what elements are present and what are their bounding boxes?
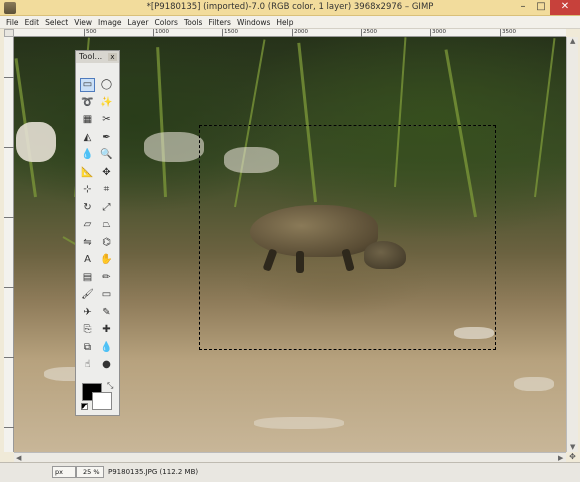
maximize-button[interactable]: □ — [532, 0, 550, 15]
menu-file[interactable]: File — [6, 18, 19, 27]
cage-transform-tool-icon[interactable]: ⌬ — [99, 236, 114, 250]
airbrush-tool-icon[interactable]: ✈ — [80, 306, 95, 320]
perspective-clone-tool-icon[interactable]: ⧉ — [80, 341, 95, 355]
window-title: *[P9180135] (imported)-7.0 (RGB color, 1… — [146, 2, 434, 12]
navigate-icon[interactable]: ✥ — [567, 452, 578, 462]
menu-view[interactable]: View — [74, 18, 92, 27]
perspective-tool-icon[interactable]: ⏢ — [99, 218, 114, 232]
swap-colors-icon[interactable]: ⤡ — [107, 381, 113, 391]
menu-edit[interactable]: Edit — [25, 18, 40, 27]
crop-tool-icon[interactable]: ⌗ — [99, 183, 114, 197]
rect-select-tool-icon[interactable]: ▭ — [80, 78, 95, 92]
ruler-label: 500 — [84, 29, 97, 37]
paths-tool-icon[interactable]: ✒ — [99, 131, 114, 145]
title-bar: *[P9180135] (imported)-7.0 (RGB color, 1… — [0, 0, 580, 16]
rectangle-selection[interactable] — [199, 125, 496, 350]
foreground-select-tool-icon[interactable]: ◭ — [80, 131, 95, 145]
flip-tool-icon[interactable]: ⇋ — [80, 236, 95, 250]
ruler-label: 1500 — [222, 29, 238, 37]
scroll-left-icon[interactable]: ◀ — [16, 454, 21, 462]
fuzzy-select-tool-icon[interactable]: ✨ — [99, 96, 114, 110]
unit-select[interactable]: px — [52, 466, 76, 478]
menu-select[interactable]: Select — [45, 18, 68, 27]
clone-tool-icon[interactable]: ⎘ — [80, 323, 95, 337]
menu-windows[interactable]: Windows — [237, 18, 270, 27]
menu-layer[interactable]: Layer — [128, 18, 149, 27]
scissors-select-tool-icon[interactable]: ✂ — [99, 113, 114, 127]
select-by-color-tool-icon[interactable]: ▦ — [80, 113, 95, 127]
smudge-tool-icon[interactable]: ☝ — [80, 358, 95, 372]
align-tool-icon[interactable]: ⊹ — [80, 183, 95, 197]
quick-mask-toggle[interactable] — [4, 29, 14, 37]
zoom-tool-icon[interactable]: 🔍 — [99, 148, 114, 162]
pencil-tool-icon[interactable]: ✏ — [99, 271, 114, 285]
default-colors-icon[interactable] — [81, 403, 88, 410]
menu-help[interactable]: Help — [276, 18, 293, 27]
menu-bar: File Edit Select View Image Layer Colors… — [0, 16, 580, 29]
ruler-label: 2000 — [292, 29, 308, 37]
ink-tool-icon[interactable]: ✎ — [99, 306, 114, 320]
scroll-right-icon[interactable]: ▶ — [558, 454, 563, 462]
move-tool-icon[interactable]: ✥ — [99, 166, 114, 180]
text-tool-icon[interactable]: A — [80, 253, 95, 267]
rotate-tool-icon[interactable]: ↻ — [80, 201, 95, 215]
warp-transform-tool-icon[interactable]: ✋ — [99, 253, 114, 267]
shear-tool-icon[interactable]: ▱ — [80, 218, 95, 232]
scroll-down-icon[interactable]: ▼ — [570, 443, 575, 451]
vertical-ruler[interactable] — [4, 37, 14, 452]
background-color-swatch[interactable] — [92, 392, 112, 410]
blend-tool-icon[interactable]: ▤ — [80, 271, 95, 285]
ruler-label: 3000 — [430, 29, 446, 37]
zoom-select[interactable]: 25 % — [76, 466, 104, 478]
paintbrush-tool-icon[interactable]: 🖌 — [80, 288, 95, 302]
menu-filters[interactable]: Filters — [208, 18, 230, 27]
eraser-tool-icon[interactable]: ▭ — [99, 288, 114, 302]
toolbox-panel: Tool... x ▭ ◯ ➰ ✨ ▦ ✂ ◭ ✒ 💧 🔍 📐 ✥ ⊹ ⌗ ↻ ⤢ ▱ ⏢ ⇋ ⌬ A ✋ ▤ ✏ 🖌 ▭ ✈ ✎ ⎘ ✚… — [75, 50, 120, 416]
horizontal-scrollbar[interactable]: ◀ ▶ — [14, 452, 566, 462]
minimize-button[interactable]: – — [514, 0, 532, 15]
close-button[interactable]: ✕ — [550, 0, 580, 15]
horizontal-ruler[interactable]: 500 1000 1500 2000 2500 3000 3500 — [14, 29, 566, 37]
free-select-tool-icon[interactable]: ➰ — [80, 96, 95, 110]
ruler-label: 2500 — [361, 29, 377, 37]
tool-grid: ▭ ◯ ➰ ✨ ▦ ✂ ◭ ✒ 💧 🔍 📐 ✥ ⊹ ⌗ ↻ ⤢ ▱ ⏢ ⇋ ⌬ A ✋ ▤ ✏ 🖌 ▭ ✈ ✎ ⎘ ✚ ⧉ 💧 ☝ ● — [80, 78, 118, 372]
dodge-burn-tool-icon[interactable]: ● — [99, 358, 114, 372]
status-file-info: P9180135.JPG (112.2 MB) — [108, 468, 199, 476]
scroll-up-icon[interactable]: ▲ — [570, 37, 575, 45]
vertical-scrollbar[interactable]: ▲ ▼ — [566, 37, 578, 452]
menu-tools[interactable]: Tools — [184, 18, 202, 27]
menu-image[interactable]: Image — [98, 18, 122, 27]
ruler-label: 3500 — [500, 29, 516, 37]
status-bar: px 25 % P9180135.JPG (112.2 MB) — [0, 462, 580, 482]
scale-tool-icon[interactable]: ⤢ — [99, 201, 114, 215]
toolbox-close-button[interactable]: x — [108, 53, 117, 61]
ruler-label: 1000 — [153, 29, 169, 37]
ellipse-select-tool-icon[interactable]: ◯ — [99, 78, 114, 92]
measure-tool-icon[interactable]: 📐 — [80, 166, 95, 180]
heal-tool-icon[interactable]: ✚ — [99, 323, 114, 337]
color-picker-tool-icon[interactable]: 💧 — [80, 148, 95, 162]
menu-colors[interactable]: Colors — [154, 18, 178, 27]
blur-sharpen-tool-icon[interactable]: 💧 — [99, 341, 114, 355]
